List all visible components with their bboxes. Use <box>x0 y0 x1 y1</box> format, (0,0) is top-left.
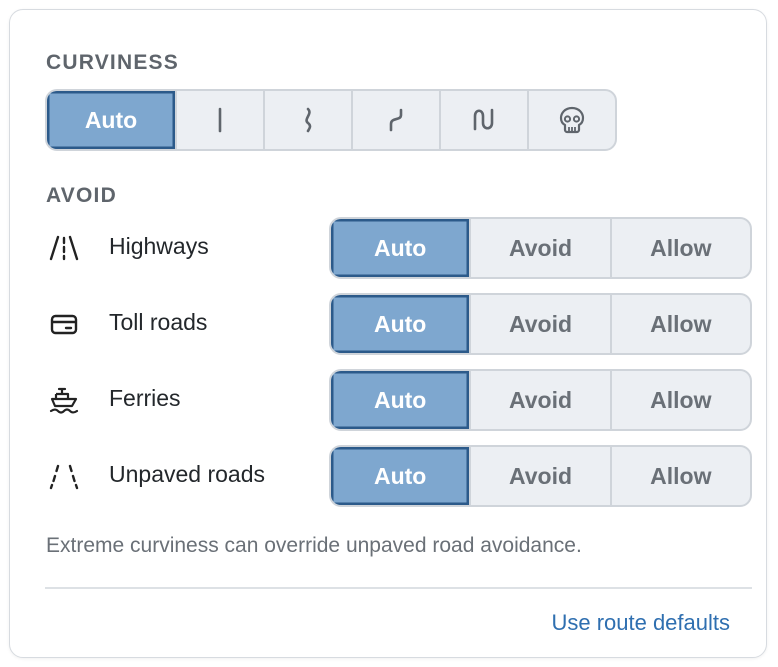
ferries-choice-group: Auto Avoid Allow <box>329 369 752 431</box>
ferries-avoid-button[interactable]: Avoid <box>469 371 609 429</box>
skull-icon <box>559 106 585 134</box>
use-route-defaults-link[interactable]: Use route defaults <box>551 610 730 636</box>
avoid-row-toll-roads: Toll roads Auto Avoid Allow <box>46 293 752 355</box>
curviness-option-curvy[interactable] <box>351 91 439 149</box>
avoid-row-ferries: Ferries Auto Avoid Allow <box>46 369 752 431</box>
curviness-option-slight[interactable] <box>263 91 351 149</box>
curviness-option-hairpin[interactable] <box>439 91 527 149</box>
curviness-selector: Auto <box>45 89 617 151</box>
slight-curve-icon <box>305 107 312 133</box>
unpaved-roads-avoid-button[interactable]: Avoid <box>469 447 609 505</box>
route-options-panel: CURVINESS Auto AVOID Highways Auto Avoid… <box>9 9 767 658</box>
avoid-row-label: Unpaved roads <box>109 461 265 487</box>
avoid-row-label: Highways <box>109 233 209 259</box>
highways-choice-group: Auto Avoid Allow <box>329 217 752 279</box>
toll-roads-auto-button[interactable]: Auto <box>331 295 470 353</box>
divider <box>45 587 752 589</box>
straight-line-icon <box>218 107 222 133</box>
unpaved-roads-choice-group: Auto Avoid Allow <box>329 445 752 507</box>
toll-card-icon <box>50 314 78 335</box>
curviness-note: Extreme curviness can override unpaved r… <box>46 534 582 557</box>
curviness-heading: CURVINESS <box>46 51 179 74</box>
unpaved-road-icon <box>49 464 79 490</box>
unpaved-roads-auto-button[interactable]: Auto <box>331 447 470 505</box>
ferries-auto-button[interactable]: Auto <box>331 371 470 429</box>
curviness-option-extreme[interactable] <box>527 91 615 149</box>
toll-roads-avoid-button[interactable]: Avoid <box>469 295 609 353</box>
avoid-row-highways: Highways Auto Avoid Allow <box>46 217 752 279</box>
toll-roads-choice-group: Auto Avoid Allow <box>329 293 752 355</box>
avoid-row-label: Ferries <box>109 385 181 411</box>
hairpin-icon <box>473 108 494 131</box>
unpaved-roads-allow-button[interactable]: Allow <box>609 447 750 505</box>
avoid-heading: AVOID <box>46 184 117 207</box>
highways-avoid-button[interactable]: Avoid <box>469 219 609 277</box>
ferry-icon <box>49 387 79 414</box>
ferries-allow-button[interactable]: Allow <box>609 371 750 429</box>
curviness-option-straight[interactable] <box>175 91 263 149</box>
highways-allow-button[interactable]: Allow <box>609 219 750 277</box>
highway-icon <box>49 235 79 261</box>
curvy-icon <box>389 108 403 132</box>
curviness-option-auto[interactable]: Auto <box>47 91 175 149</box>
avoid-row-label: Toll roads <box>109 309 208 335</box>
toll-roads-allow-button[interactable]: Allow <box>609 295 750 353</box>
avoid-row-unpaved-roads: Unpaved roads Auto Avoid Allow <box>46 445 752 507</box>
highways-auto-button[interactable]: Auto <box>331 219 470 277</box>
